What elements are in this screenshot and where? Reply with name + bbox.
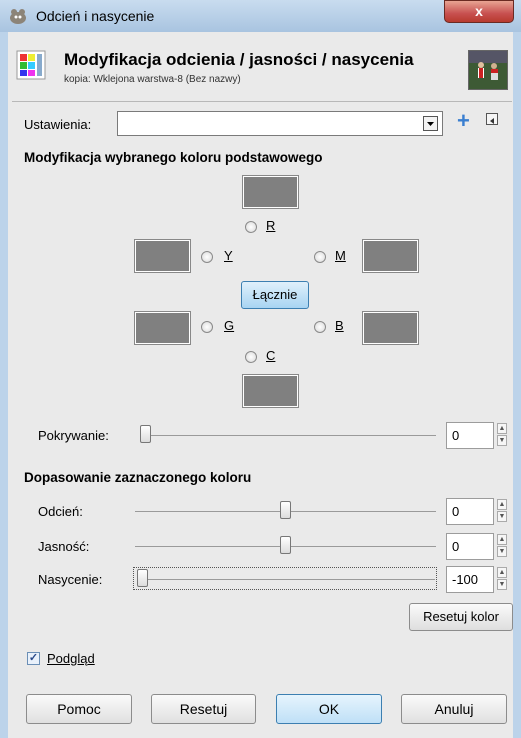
lightness-spin-buttons[interactable]: ▲ ▼ xyxy=(497,533,509,559)
spin-down-icon[interactable]: ▼ xyxy=(497,511,507,522)
overlap-spinbox[interactable]: 0 xyxy=(446,422,494,449)
saturation-spinbox[interactable]: -100 xyxy=(446,566,494,593)
radio-g-label[interactable]: G xyxy=(224,318,234,333)
swatch-b xyxy=(362,311,419,345)
swatch-m xyxy=(362,239,419,273)
hue-label: Odcień: xyxy=(38,504,83,519)
preview-label[interactable]: Podgląd xyxy=(47,651,95,666)
reset-button[interactable]: Resetuj xyxy=(151,694,256,724)
spin-up-icon[interactable]: ▲ xyxy=(497,534,507,545)
lightness-slider-handle[interactable] xyxy=(280,536,291,554)
close-button[interactable]: x xyxy=(444,0,514,23)
primary-color-heading: Modyfikacja wybranego koloru podstawoweg… xyxy=(24,150,323,165)
hue-slider-handle[interactable] xyxy=(280,501,291,519)
ok-button[interactable]: OK xyxy=(276,694,382,724)
swatch-y xyxy=(134,239,191,273)
radio-m-label[interactable]: M xyxy=(335,248,346,263)
overlap-spin-buttons[interactable]: ▲ ▼ xyxy=(497,422,509,448)
spin-up-icon[interactable]: ▲ xyxy=(497,499,507,510)
radio-m[interactable] xyxy=(314,251,326,263)
saturation-label: Nasycenie: xyxy=(38,572,103,587)
saturation-slider-track[interactable] xyxy=(137,579,435,580)
radio-c-label[interactable]: C xyxy=(266,348,275,363)
spin-up-icon[interactable]: ▲ xyxy=(497,567,507,578)
spin-up-icon[interactable]: ▲ xyxy=(497,423,507,434)
radio-b-label[interactable]: B xyxy=(335,318,344,333)
radio-r[interactable] xyxy=(245,221,257,233)
chevron-down-icon[interactable] xyxy=(423,116,438,131)
radio-b[interactable] xyxy=(314,321,326,333)
lightness-label: Jasność: xyxy=(38,539,90,554)
settings-label: Ustawienia: xyxy=(24,117,92,132)
menu-arrow-icon[interactable] xyxy=(486,113,498,125)
window-frame-left xyxy=(0,32,8,738)
radio-y-label[interactable]: Y xyxy=(224,248,233,263)
overlap-label: Pokrywanie: xyxy=(38,428,109,443)
spin-down-icon[interactable]: ▼ xyxy=(497,579,507,590)
layer-thumbnail xyxy=(468,50,508,90)
hue-spinbox[interactable]: 0 xyxy=(446,498,494,525)
radio-g[interactable] xyxy=(201,321,213,333)
saturation-slider-handle[interactable] xyxy=(137,569,148,587)
spin-down-icon[interactable]: ▼ xyxy=(497,435,507,446)
add-icon[interactable]: + xyxy=(457,110,470,132)
spin-down-icon[interactable]: ▼ xyxy=(497,546,507,557)
radio-c[interactable] xyxy=(245,351,257,363)
swatch-c xyxy=(242,374,299,408)
header-separator xyxy=(12,101,512,102)
help-button[interactable]: Pomoc xyxy=(26,694,132,724)
window-title: Odcień i nasycenie xyxy=(36,8,155,24)
swatch-r xyxy=(242,175,299,209)
hue-saturation-icon xyxy=(16,50,46,80)
dialog-subheading: kopia: Wklejona warstwa-8 (Bez nazwy) xyxy=(64,74,241,85)
adjust-heading: Dopasowanie zaznaczonego koloru xyxy=(24,470,252,485)
radio-r-label[interactable]: R xyxy=(266,218,275,233)
title-bar: Odcień i nasycenie xyxy=(0,0,521,33)
saturation-spin-buttons[interactable]: ▲ ▼ xyxy=(497,566,509,592)
dialog-heading: Modyfikacja odcienia / jasności / nasyce… xyxy=(64,50,414,69)
swatch-g xyxy=(134,311,191,345)
preview-checkbox[interactable]: ✓ xyxy=(27,652,40,665)
overlap-slider-handle[interactable] xyxy=(140,425,151,443)
gimp-icon xyxy=(10,9,26,24)
lightness-spinbox[interactable]: 0 xyxy=(446,533,494,560)
radio-y[interactable] xyxy=(201,251,213,263)
settings-combo[interactable] xyxy=(117,111,443,136)
hue-spin-buttons[interactable]: ▲ ▼ xyxy=(497,498,509,524)
cancel-button[interactable]: Anuluj xyxy=(401,694,507,724)
reset-color-button[interactable]: Resetuj kolor xyxy=(409,603,513,631)
all-colors-button[interactable]: Łącznie xyxy=(241,281,309,309)
window-frame-right xyxy=(513,32,521,738)
overlap-slider-track[interactable] xyxy=(140,435,436,436)
close-icon[interactable]: x xyxy=(475,3,483,19)
